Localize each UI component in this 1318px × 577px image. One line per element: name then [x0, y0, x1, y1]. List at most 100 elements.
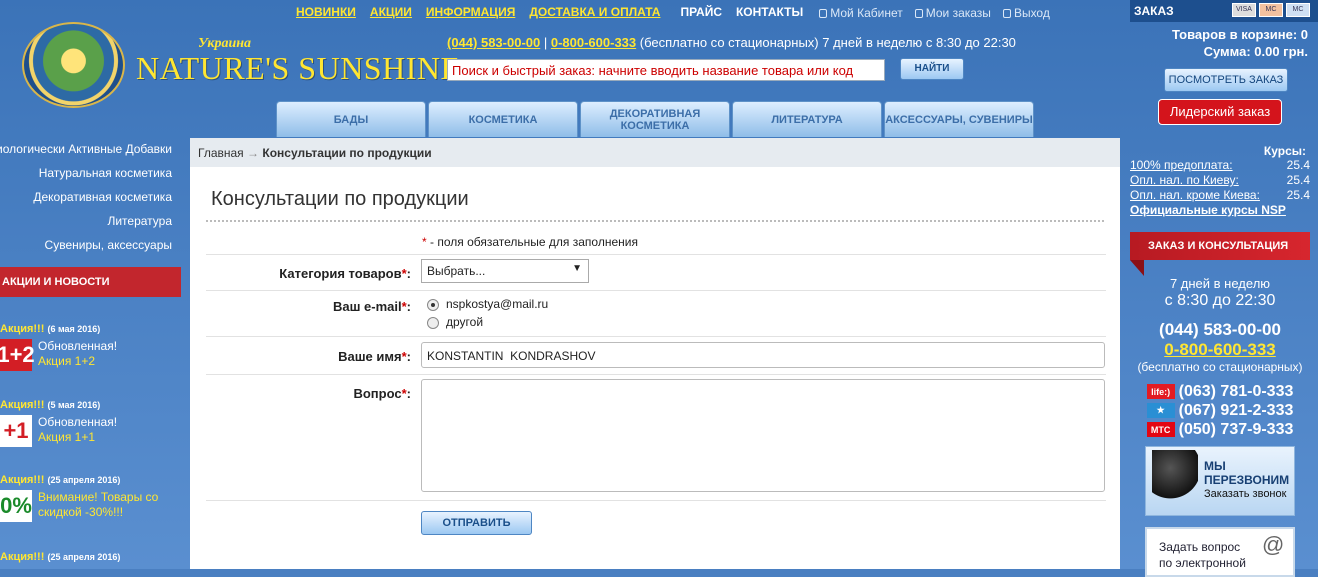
rates-title: Курсы:	[1263, 144, 1306, 158]
header-phones: (044) 583-00-00 | 0-800-600-333 (бесплат…	[447, 35, 1016, 50]
rate-value: 25.4	[1286, 173, 1310, 187]
category-select-value: Выбрать...	[427, 264, 486, 278]
nav-link-delivery[interactable]: ДОСТАВКА И ОПЛАТА	[529, 5, 660, 21]
header-phone-note: (бесплатно со стационарных) 7 дней в нед…	[639, 35, 1016, 50]
left-nav-item-supplements[interactable]: Биологически Активные Добавки	[0, 137, 172, 161]
breadcrumb-home[interactable]: Главная	[198, 146, 244, 160]
email-label: Ваш e-mail*:	[332, 299, 411, 314]
lock-icon	[914, 8, 923, 18]
life-operator-icon: life:)	[1146, 384, 1175, 399]
callback-line-2: ПЕРЕЗВОНИМ	[1204, 473, 1290, 487]
breadcrumb-current: Консультации по продукции	[262, 146, 432, 160]
phone-kyiv[interactable]: (044) 583-00-00	[1130, 320, 1310, 340]
header-phone-2[interactable]: 0-800-600-333	[551, 35, 636, 50]
payment-cards: VISA MC MC	[1232, 3, 1310, 17]
email-option-existing[interactable]: nspkostya@mail.ru	[427, 297, 548, 311]
category-select[interactable]: Выбрать... ▼	[421, 259, 589, 283]
tab-literature[interactable]: ЛИТЕРАТУРА	[732, 101, 882, 137]
orders-label: Мои заказы	[925, 6, 991, 20]
nav-link-price[interactable]: ПРАЙС	[680, 5, 722, 21]
category-label: Категория товаров*:	[279, 266, 411, 281]
radio-unselected-icon[interactable]	[427, 316, 439, 329]
phone-free-note: (бесплатно со стационарных)	[1137, 360, 1303, 374]
logout-label: Выход	[1013, 6, 1050, 20]
name-label: Ваше имя*:	[338, 349, 411, 364]
email-option-other[interactable]: другой	[427, 315, 483, 329]
leader-order-button[interactable]: Лидерский заказ	[1158, 99, 1282, 125]
news-item[interactable]: Акция!!! (25 апреля 2016)	[0, 551, 180, 563]
mts-operator-icon: МТС	[1146, 422, 1175, 437]
required-note-text: - поля обязательные для заполнения	[426, 235, 638, 249]
nav-link-info[interactable]: ИНФОРМАЦИЯ	[426, 5, 515, 21]
news-thumbnail: 0%	[0, 490, 32, 522]
phone-free[interactable]: 0-800-600-333	[1130, 340, 1310, 360]
tab-supplements[interactable]: БАДЫ	[276, 101, 426, 137]
callback-sub: Заказать звонок	[1204, 488, 1287, 500]
kyivstar-operator-icon: ★	[1146, 403, 1175, 418]
dropdown-arrow-icon: ▼	[572, 263, 582, 274]
required-note: * - поля обязательные для заполнения	[422, 235, 638, 249]
name-label-text: Ваше имя	[338, 349, 402, 364]
nav-link-promo[interactable]: АКЦИИ	[370, 5, 412, 21]
news-title-line: Акция!!! (25 апреля 2016)	[0, 551, 180, 563]
view-order-button[interactable]: ПОСМОТРЕТЬ ЗАКАЗ	[1164, 68, 1288, 92]
tab-decorative-cosmetics[interactable]: ДЕКОРАТИВНАЯ КОСМЕТИКА	[580, 101, 730, 137]
phone-handset-icon	[1152, 450, 1198, 510]
left-nav-item-decorative[interactable]: Декоративная косметика	[0, 185, 172, 209]
news-line-2[interactable]: Акция 1+2	[38, 354, 95, 368]
left-nav-item-cosmetics[interactable]: Натуральная косметика	[0, 161, 172, 185]
rate-row: Опл. нал. кроме Киева: 25.4	[1130, 188, 1310, 203]
mastercard-icon: MC	[1259, 3, 1283, 17]
rate-label[interactable]: 100% предоплата:	[1130, 158, 1233, 173]
news-item[interactable]: Акция!!! (5 мая 2016) +1 Обновленная! Акци…	[0, 399, 180, 447]
tab-accessories[interactable]: АКСЕССУАРЫ, СУВЕНИРЫ	[884, 101, 1034, 137]
nav-link-contacts[interactable]: КОНТАКТЫ	[736, 5, 803, 21]
email-option-existing-label: nspkostya@mail.ru	[446, 297, 549, 311]
exchange-rates: Курсы: 100% предоплата: 25.4 Опл. нал. по…	[1130, 144, 1310, 217]
news-date: (25 апреля 2016)	[47, 475, 121, 485]
search-input[interactable]: Поиск и быстрый заказ: начните вводить н…	[447, 59, 885, 81]
rate-value: 25.4	[1286, 158, 1310, 172]
official-rates-link[interactable]: Официальные курсы NSP	[1130, 203, 1310, 217]
question-textarea[interactable]	[421, 379, 1105, 492]
radio-selected-icon[interactable]	[427, 298, 439, 311]
news-title: Акция!!!	[0, 323, 45, 335]
orders-link[interactable]: Мои заказы	[914, 5, 991, 21]
left-nav-item-souvenirs[interactable]: Сувениры, аксессуары	[0, 233, 172, 257]
news-title-line: Акция!!! (25 апреля 2016)	[0, 474, 180, 486]
page-title: Консультации по продукции	[211, 188, 469, 210]
left-nav-item-literature[interactable]: Литература	[0, 209, 172, 233]
natures-sunshine-logo[interactable]	[22, 22, 125, 108]
search-button[interactable]: НАЙТИ	[900, 58, 964, 80]
mobile-life[interactable]: life:) (063) 781-0-333	[1130, 382, 1310, 401]
consult-panel-title: ЗАКАЗ И КОНСУЛЬТАЦИЯ	[1130, 232, 1310, 260]
submit-button[interactable]: ОТПРАВИТЬ	[421, 511, 532, 535]
logout-link[interactable]: Выход	[1002, 5, 1050, 21]
news-item[interactable]: Акция!!! (6 мая 2016) 1+2 Обновленная! Акц…	[0, 323, 180, 371]
name-input[interactable]: KONSTANTIN KONDRASHOV	[421, 342, 1105, 368]
top-nav: НОВИНКИ АКЦИИ ИНФОРМАЦИЯ ДОСТАВКА И ОПЛА…	[296, 5, 1050, 21]
lock-icon	[1002, 8, 1011, 18]
mobile-mts[interactable]: МТС (050) 737-9-333	[1130, 420, 1310, 439]
cabinet-link[interactable]: Мой Кабинет	[819, 5, 903, 21]
rate-label[interactable]: Опл. нал. кроме Киева:	[1130, 188, 1260, 203]
news-line-2[interactable]: Акция 1+1	[38, 430, 95, 444]
cart-items-count: Товаров в корзине: 0	[1172, 27, 1308, 42]
news-line-2[interactable]: скидкой -30%!!!	[38, 505, 123, 519]
news-line-1[interactable]: Внимание! Товары со	[38, 490, 158, 504]
news-thumbnail: 1+2	[0, 339, 35, 371]
form-row-category: Категория товаров*:	[206, 254, 1106, 290]
working-hours: 7 дней в неделю с 8:30 до 22:30	[1130, 275, 1310, 309]
header-phone-1[interactable]: (044) 583-00-00	[447, 35, 540, 50]
brand-name[interactable]: NATURE'S SUNSHINE	[136, 50, 461, 87]
rate-label[interactable]: Опл. нал. по Киеву:	[1130, 173, 1239, 188]
tab-cosmetics[interactable]: КОСМЕТИКА	[428, 101, 578, 137]
nav-link-new[interactable]: НОВИНКИ	[296, 5, 356, 21]
required-star: *	[401, 386, 407, 401]
mobile-kyivstar[interactable]: ★ (067) 921-2-333	[1130, 401, 1310, 420]
cart-summary: Товаров в корзине: 0 Сумма: 0.00 грн.	[1130, 26, 1318, 60]
working-time: с 8:30 до 22:30	[1164, 292, 1276, 309]
news-title: Акция!!!	[0, 399, 45, 411]
news-item[interactable]: Акция!!! (25 апреля 2016) 0% Внимание! То…	[0, 474, 180, 522]
news-line-1: Обновленная!	[38, 415, 118, 429]
